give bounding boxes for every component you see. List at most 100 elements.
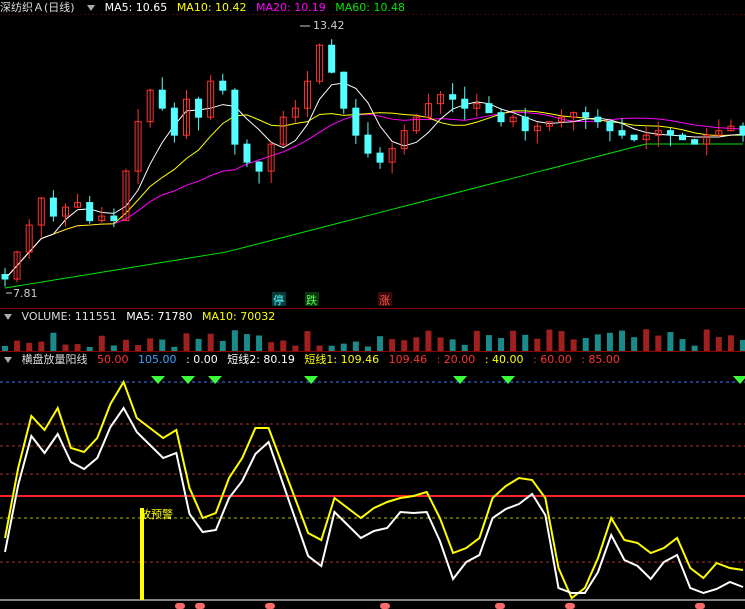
volume-bar [243,334,250,351]
volume-bar [606,332,613,351]
signal-gem-icon[interactable] [733,376,745,384]
high-price-label: 13.42 [313,19,345,32]
candle-body [86,202,94,222]
signal-gem-icon[interactable] [304,376,318,384]
dropdown-triangle-icon[interactable] [87,5,96,11]
volume-bar [631,337,638,351]
volume-bar [195,338,202,351]
volume-bar [413,337,420,351]
event-badge-rise-text: 涨 [379,294,390,307]
candle-body [170,107,178,136]
level-105: 105.00 [138,353,177,366]
short1-label: 短线1: 109.46 [304,353,380,366]
volume-bar [522,334,529,351]
candle-body [255,161,263,172]
volume-bar [38,341,45,351]
short2-label: 短线2: 80.19 [227,353,295,366]
volume-bar [655,335,662,351]
bottom-marker [495,603,505,609]
volume-bar [147,338,154,351]
volume-bar [437,337,444,351]
candle-body [158,89,166,109]
price-panel-header: 深纺织Ａ(日线) MA5: 10.65 MA10: 10.42 MA20: 10… [0,1,411,15]
bottom-marker [565,603,575,609]
level-109: 109.46 [388,353,428,366]
candle-body [630,134,638,141]
volume-bar [50,332,57,351]
volume-ma5-label: MA5: 71780 [126,310,193,323]
volume-bar [679,339,686,351]
volume-bar [207,333,214,351]
signal-gem-icon[interactable] [181,376,195,384]
candle-body [195,98,203,118]
volume-bar [558,331,565,351]
signal-gem-icon[interactable] [208,376,222,384]
ma10-label: MA10: 10.42 [176,1,247,14]
candle-body [328,44,336,73]
candlestick-chart[interactable]: 13.42 7.81 停 跌 涨 [0,14,745,308]
panel-separator [0,351,745,352]
candle-body [376,152,384,163]
volume-bar [304,331,311,351]
volume-bar [352,341,359,351]
level-0: : 0.00 [186,353,218,366]
dropdown-triangle-icon[interactable] [4,314,12,320]
signal-gem-icon[interactable] [501,376,515,384]
candle-body [449,94,457,100]
volume-bar [594,334,601,351]
candle-body [485,103,493,114]
volume-bar [740,339,745,351]
volume-bar [74,344,81,351]
bottom-marker [265,603,275,609]
candle-body [739,125,745,136]
warning-label: 放预警 [140,507,173,521]
candle-body [49,197,57,217]
ma20-label: MA20: 10.19 [256,1,326,14]
short2-line [4,406,744,595]
candle-body [219,80,227,91]
volume-bar [401,340,408,351]
level-85: : 85.00 [581,353,620,366]
volume-bar [425,330,432,351]
dropdown-triangle-icon[interactable] [4,357,12,363]
candle-body [594,116,602,123]
signal-gem-icon[interactable] [151,376,165,384]
volume-bar [389,339,396,351]
event-badge-fall-text: 跌 [306,293,317,307]
level-40: : 40.00 [484,353,524,366]
volume-bar [159,339,166,351]
candle-body [340,71,348,109]
ma60-label: MA60: 10.48 [335,1,405,14]
volume-bar [219,340,226,351]
volume-bar [340,343,347,351]
volume-bar [26,342,33,351]
candle-body [679,134,687,141]
bottom-marker [695,603,705,609]
volume-panel-header: VOLUME: 111551 MA5: 71780 MA10: 70032 [0,310,281,324]
candle-body [243,143,251,163]
ma5-label: MA5: 10.65 [104,1,168,14]
level-20: : 20.00 [436,353,476,366]
volume-bar [256,335,263,351]
candle-body [606,121,614,132]
volume-bar [510,330,517,351]
ma5-line [4,82,744,280]
candle-body [618,130,626,136]
candle-body [521,116,529,132]
volume-chart[interactable] [0,325,745,351]
volume-bar [231,330,238,351]
volume-bar [715,337,722,351]
volume-bar [122,339,129,351]
volume-bar [582,338,589,351]
signal-gem-icon[interactable] [453,376,467,384]
volume-bar [570,339,577,351]
candle-body [461,98,469,109]
candle-body [364,134,372,154]
candle-body [691,139,699,145]
candle-body [352,107,360,136]
volume-bar [473,330,480,351]
indicator-chart[interactable]: 放预警 [0,368,745,609]
level-50: 50.00 [97,353,129,366]
candle-body [110,215,118,222]
volume-bar [643,329,650,351]
